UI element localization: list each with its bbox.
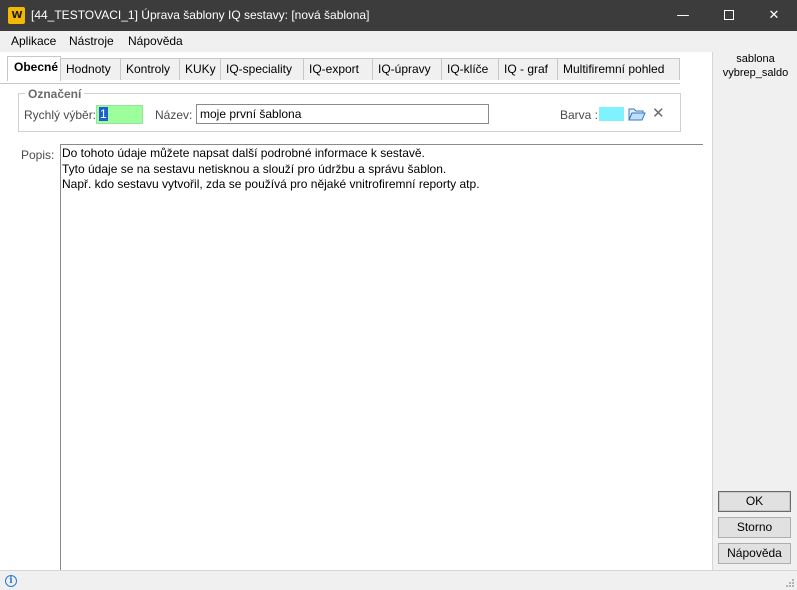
tab-hodnoty[interactable]: Hodnoty (60, 58, 121, 80)
maximize-icon[interactable] (706, 0, 752, 31)
menu-nastroje[interactable]: Nástroje (69, 34, 114, 48)
main-panel: Obecné Hodnoty Kontroly KUKy IQ-speciali… (0, 52, 713, 570)
title-bar: W [44_TESTOVACI_1] Úprava šablony IQ ses… (0, 0, 797, 31)
tab-kontroly[interactable]: Kontroly (120, 58, 180, 80)
tab-iq-export[interactable]: IQ-export (303, 58, 373, 80)
clear-color-icon[interactable]: ✕ (652, 104, 666, 122)
tab-divider (0, 83, 680, 84)
tab-iq-upravy[interactable]: IQ-úpravy (372, 58, 442, 80)
tab-iq-klice[interactable]: IQ-klíče (441, 58, 499, 80)
tab-iq-speciality[interactable]: IQ-speciality (220, 58, 304, 80)
template-code: vybrep_saldo (722, 67, 789, 79)
close-icon[interactable]: ✕ (751, 0, 797, 31)
window-title: [44_TESTOVACI_1] Úprava šablony IQ sesta… (31, 8, 370, 22)
resize-grip-icon[interactable] (785, 578, 795, 588)
info-icon[interactable]: i (5, 575, 17, 587)
status-bar: i (0, 570, 797, 590)
tab-obecne[interactable]: Obecné (7, 56, 61, 81)
description-line: Do tohoto údaje můžete napsat další podr… (62, 146, 425, 160)
tab-iq-graf[interactable]: IQ - graf (498, 58, 558, 80)
name-input[interactable]: moje první šablona (196, 104, 489, 124)
description-line: Tyto údaje se na sestavu netisknou a slo… (62, 161, 447, 176)
tab-kuky[interactable]: KUKy (179, 58, 221, 80)
side-panel: sablona vybrep_saldo OK Storno Nápověda (714, 52, 797, 570)
help-button[interactable]: Nápověda (718, 543, 791, 564)
description-label: Popis: (21, 148, 55, 162)
description-textarea[interactable]: Do tohoto údaje můžete napsat další podr… (60, 144, 703, 570)
minimize-icon[interactable]: — (660, 0, 706, 31)
quick-select-input[interactable]: 1 (96, 105, 143, 124)
app-logo-icon: W (8, 7, 25, 24)
menu-bar: Aplikace Nástroje Nápověda (0, 31, 797, 51)
menu-aplikace[interactable]: Aplikace (11, 34, 56, 48)
open-folder-icon[interactable] (628, 106, 646, 122)
quick-select-value: 1 (99, 107, 108, 121)
quick-select-label: Rychlý výběr: (24, 108, 97, 122)
tab-multifiremni-pohled[interactable]: Multifiremní pohled (557, 58, 680, 80)
tab-bar: Obecné Hodnoty Kontroly KUKy IQ-speciali… (0, 56, 713, 84)
template-name: sablona (736, 53, 775, 65)
color-label: Barva : (560, 108, 599, 122)
cancel-button[interactable]: Storno (718, 517, 791, 538)
color-swatch[interactable] (599, 107, 624, 121)
description-line: Např. kdo sestavu vytvořil, zda se použí… (62, 177, 480, 191)
ok-button[interactable]: OK (718, 491, 791, 512)
menu-napoveda[interactable]: Nápověda (128, 34, 183, 48)
name-label: Název: (155, 108, 193, 122)
designation-legend: Označení (25, 87, 85, 101)
